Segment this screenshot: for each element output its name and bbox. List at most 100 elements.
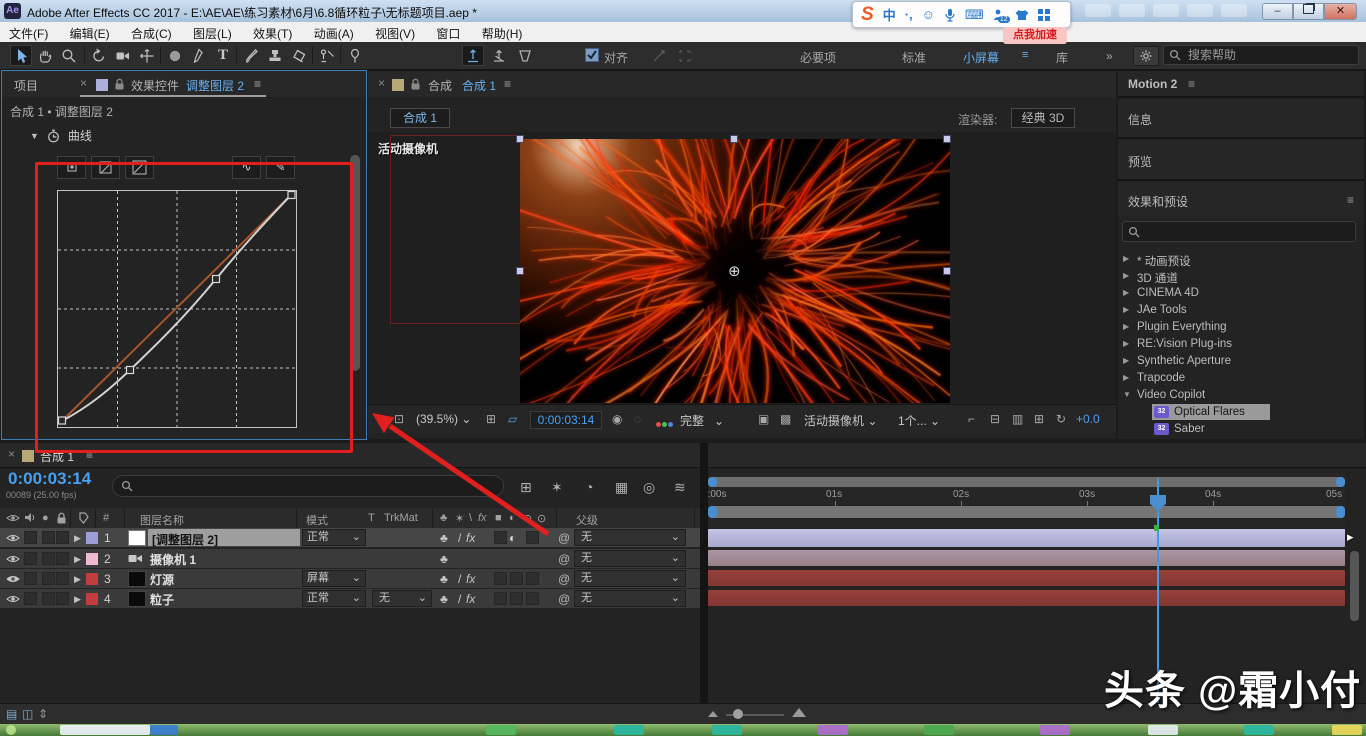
parent-column[interactable]: 父级 bbox=[576, 512, 598, 528]
mode-dropdown[interactable]: 屏幕⌄ bbox=[302, 570, 366, 587]
taskbar-item[interactable] bbox=[1040, 725, 1070, 735]
tab-composition[interactable]: 合成 bbox=[428, 77, 452, 94]
menu-window[interactable]: 窗口 bbox=[427, 22, 469, 42]
taskbar-item[interactable] bbox=[1244, 725, 1274, 735]
ime-toolbar[interactable]: S 中 ·, ☺ ⌨ 12 bbox=[852, 1, 1071, 28]
fx-switch[interactable]: fx bbox=[466, 572, 475, 586]
stopwatch-icon[interactable] bbox=[47, 129, 60, 143]
parent-dropdown[interactable]: 无⌄ bbox=[574, 590, 686, 607]
expand-layer-switches-icon[interactable]: ▤ bbox=[6, 707, 17, 721]
workspace-small-screen[interactable]: 小屏幕 bbox=[963, 49, 999, 66]
roi-icon[interactable]: ▣ bbox=[758, 412, 769, 426]
zoom-in-icon[interactable] bbox=[792, 708, 806, 717]
fx-switch[interactable]: fx bbox=[466, 592, 475, 606]
expander-icon[interactable]: ▶ bbox=[74, 594, 81, 605]
effects-group[interactable]: ▶* 动画预设 bbox=[1118, 251, 1364, 268]
motion-path-icon[interactable] bbox=[674, 45, 696, 66]
menu-file[interactable]: 文件(F) bbox=[0, 22, 57, 42]
snap-checkbox[interactable] bbox=[585, 48, 599, 62]
expander-icon[interactable]: ▶ bbox=[74, 554, 81, 565]
magnification-dropdown[interactable]: (39.5%) ⌄ bbox=[416, 412, 471, 426]
mode-dropdown[interactable]: 正常⌄ bbox=[302, 529, 366, 546]
tab-project[interactable]: 项目 bbox=[14, 77, 38, 94]
effects-search-input[interactable] bbox=[1140, 223, 1334, 240]
text-tool[interactable]: T bbox=[212, 45, 234, 66]
exposure-value[interactable]: +0.0 bbox=[1076, 412, 1100, 426]
effect-expander-icon[interactable]: ▼ bbox=[30, 131, 39, 141]
frameblend-switch[interactable]: / bbox=[458, 531, 461, 545]
ime-mic-icon[interactable] bbox=[944, 8, 956, 22]
view-layout-dropdown[interactable]: 1个... ⌄ bbox=[898, 412, 940, 429]
taskbar-item[interactable] bbox=[924, 725, 954, 735]
parent-dropdown[interactable]: 无⌄ bbox=[574, 550, 686, 567]
close-button[interactable]: ✕ bbox=[1324, 3, 1357, 20]
menu-view[interactable]: 视图(V) bbox=[366, 22, 424, 42]
timeline-search-input[interactable] bbox=[133, 478, 467, 495]
label-color-swatch[interactable] bbox=[86, 593, 98, 605]
layer-name-column[interactable]: 图层名称 bbox=[140, 512, 184, 528]
ime-skin-icon[interactable] bbox=[1015, 9, 1029, 21]
panel-menu-icon[interactable]: ≡ bbox=[1347, 193, 1354, 207]
show-snapshot-icon[interactable]: ◌ bbox=[634, 412, 641, 426]
zoom-slider-knob[interactable] bbox=[733, 709, 743, 719]
preview-tab[interactable]: 预览 bbox=[1128, 153, 1152, 170]
pen-tool[interactable] bbox=[188, 45, 210, 66]
menu-effect[interactable]: 效果(T) bbox=[244, 22, 301, 42]
stamp-tool[interactable] bbox=[264, 45, 286, 66]
effects-item-selected[interactable]: 32 Optical Flares bbox=[1118, 404, 1364, 421]
layer-bar-light[interactable] bbox=[708, 570, 1345, 586]
layer-row-2[interactable]: ▶ 2 摄像机 1 ♣ @ 无⌄ bbox=[0, 549, 700, 568]
timeline-timecode[interactable]: 0:00:03:14 bbox=[8, 469, 91, 489]
camera-tool[interactable] bbox=[112, 45, 134, 66]
eye-icon[interactable] bbox=[6, 594, 20, 604]
frameblend-switch[interactable]: / bbox=[458, 592, 461, 606]
timeline-button-icon[interactable]: ▥ bbox=[1012, 412, 1023, 426]
effects-group[interactable]: ▶RE:Vision Plug-ins bbox=[1118, 336, 1364, 353]
eye-icon[interactable] bbox=[6, 533, 20, 543]
help-search-input[interactable] bbox=[1186, 47, 1340, 63]
graph-editor-icon[interactable]: ≋ bbox=[674, 479, 686, 496]
channels-icon[interactable] bbox=[656, 416, 673, 430]
hide-shy-layers-icon[interactable]: ◔ bbox=[585, 479, 593, 495]
selection-tool[interactable] bbox=[10, 45, 32, 66]
tab-close-icon[interactable]: × bbox=[8, 447, 15, 461]
mask-visibility-icon[interactable] bbox=[648, 45, 670, 66]
trkmat-column[interactable]: TrkMat bbox=[384, 512, 418, 524]
menu-composition[interactable]: 合成(C) bbox=[122, 22, 181, 42]
transparency-grid-icon[interactable]: ▩ bbox=[780, 412, 791, 426]
taskbar-item[interactable] bbox=[1332, 725, 1362, 735]
effect-controls-target[interactable]: 调整图层 2 bbox=[186, 77, 244, 94]
panel-menu-icon[interactable]: ≡ bbox=[1188, 77, 1195, 91]
grid-guides-icon[interactable]: ⊞ bbox=[486, 412, 496, 426]
timeline-search-box[interactable] bbox=[112, 475, 504, 497]
frame-blending-icon[interactable]: ▦ bbox=[615, 479, 628, 496]
parent-pickwhip-icon[interactable]: @ bbox=[558, 572, 570, 586]
keyframe-marker[interactable] bbox=[1154, 525, 1159, 531]
timeline-splitter[interactable] bbox=[700, 443, 708, 703]
help-search-box[interactable] bbox=[1163, 45, 1359, 65]
pan-behind-tool[interactable] bbox=[136, 45, 158, 66]
work-area-end-handle[interactable] bbox=[1336, 477, 1345, 487]
effects-item[interactable]: 32 Saber bbox=[1118, 421, 1364, 438]
sogou-logo-icon[interactable]: S bbox=[861, 4, 874, 26]
work-area-bar[interactable] bbox=[708, 477, 1345, 487]
parent-pickwhip-icon[interactable]: @ bbox=[558, 531, 570, 545]
ime-emoji-icon[interactable]: ☺ bbox=[922, 7, 935, 22]
label-color-swatch[interactable] bbox=[86, 553, 98, 565]
effects-search-box[interactable] bbox=[1122, 221, 1356, 242]
trkmat-dropdown[interactable]: 无⌄ bbox=[372, 590, 432, 607]
tab-close-icon[interactable]: × bbox=[80, 76, 87, 90]
expander-icon[interactable]: ▶ bbox=[74, 533, 81, 544]
taskbar-search[interactable] bbox=[60, 725, 150, 735]
ime-lang-icon[interactable]: 中 bbox=[883, 5, 896, 24]
parent-pickwhip-icon[interactable]: @ bbox=[558, 552, 570, 566]
label-color-swatch[interactable] bbox=[86, 573, 98, 585]
ime-keyboard-icon[interactable]: ⌨ bbox=[965, 7, 984, 23]
menu-layer[interactable]: 图层(L) bbox=[184, 22, 241, 42]
taskbar-item[interactable] bbox=[712, 725, 742, 735]
workspace-library[interactable]: 库 bbox=[1056, 49, 1068, 66]
time-ruler[interactable]: 0:00s 01s 02s 03s 04s 05s bbox=[708, 473, 1345, 528]
layer-row-3[interactable]: ▶ 3 灯源 屏幕⌄ ♣ / fx @ 无⌄ bbox=[0, 569, 700, 588]
ime-account-icon[interactable]: 12 bbox=[993, 8, 1006, 21]
shape-tool[interactable] bbox=[164, 45, 186, 66]
